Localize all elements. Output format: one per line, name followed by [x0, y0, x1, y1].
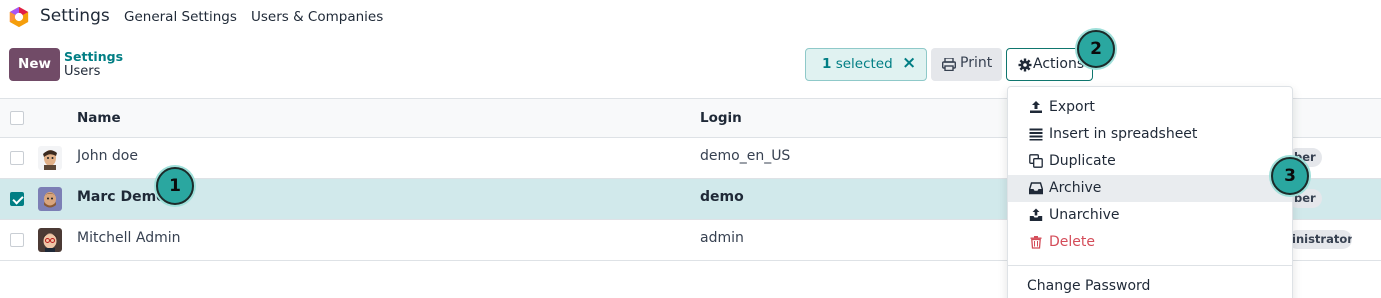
- menu-item-label: Archive: [1049, 180, 1102, 196]
- row-checkbox[interactable]: [10, 151, 24, 165]
- user-name: Mitchell Admin: [77, 230, 181, 246]
- menu-item-label: Delete: [1049, 234, 1095, 250]
- top-navbar: Settings General Settings Users & Compan…: [0, 0, 1381, 35]
- menu-item-label: Duplicate: [1049, 153, 1116, 169]
- upload-icon: [1030, 101, 1042, 113]
- actions-dropdown-menu: Export Insert in spreadsheet Duplicate A…: [1007, 86, 1293, 298]
- avatar: [38, 187, 62, 211]
- selected-count-label: 1 selected: [822, 56, 893, 72]
- select-all-checkbox[interactable]: [10, 111, 24, 125]
- user-login: admin: [700, 230, 744, 246]
- menu-item-insert-spreadsheet[interactable]: Insert in spreadsheet: [1008, 121, 1292, 148]
- actions-label: Actions: [1033, 56, 1085, 72]
- step-badge-2: 2: [1077, 30, 1115, 68]
- gear-icon: [1018, 58, 1032, 72]
- copy-icon: [1029, 154, 1043, 168]
- user-login: demo: [700, 189, 744, 205]
- clear-selection-icon[interactable]: ×: [902, 53, 916, 73]
- print-icon: [942, 58, 956, 71]
- menu-item-label: Unarchive: [1049, 207, 1120, 223]
- step-badge-1: 1: [156, 167, 194, 205]
- list-icon: [1029, 128, 1043, 141]
- menu-item-archive[interactable]: Archive: [1008, 175, 1292, 202]
- new-button[interactable]: New: [9, 48, 60, 81]
- menu-divider: [1008, 265, 1292, 266]
- menu-item-label: Export: [1049, 99, 1095, 115]
- user-name: Marc Demo: [77, 189, 166, 205]
- avatar: [38, 146, 62, 170]
- breadcrumb-settings[interactable]: Settings: [64, 49, 123, 64]
- unarchive-icon: [1029, 208, 1043, 221]
- print-label: Print: [960, 55, 993, 71]
- menu-item-change-password[interactable]: Change Password: [1027, 278, 1150, 294]
- menu-item-unarchive[interactable]: Unarchive: [1008, 202, 1292, 229]
- role-tag: inistrator: [1288, 230, 1352, 249]
- selection-indicator: 1 selected ×: [805, 48, 927, 81]
- trash-icon: [1030, 236, 1042, 249]
- row-checkbox[interactable]: [10, 233, 24, 247]
- menu-item-duplicate[interactable]: Duplicate: [1008, 148, 1292, 175]
- step-badge-3: 3: [1271, 157, 1309, 195]
- odoo-logo-icon[interactable]: [8, 6, 30, 28]
- column-header-login[interactable]: Login: [700, 110, 742, 126]
- user-name: John doe: [77, 148, 138, 164]
- breadcrumb-current: Users: [64, 64, 101, 79]
- row-checkbox[interactable]: [10, 192, 24, 206]
- menu-general-settings[interactable]: General Settings: [124, 9, 237, 25]
- menu-users-companies[interactable]: Users & Companies: [251, 9, 383, 25]
- menu-item-delete[interactable]: Delete: [1008, 229, 1292, 256]
- menu-item-export[interactable]: Export: [1008, 94, 1292, 121]
- inbox-icon: [1029, 182, 1043, 195]
- column-header-name[interactable]: Name: [77, 110, 121, 126]
- user-login: demo_en_US: [700, 148, 791, 164]
- avatar: [38, 228, 62, 252]
- print-button[interactable]: Print: [931, 48, 1002, 81]
- app-title[interactable]: Settings: [40, 6, 110, 26]
- menu-item-label: Insert in spreadsheet: [1049, 126, 1198, 142]
